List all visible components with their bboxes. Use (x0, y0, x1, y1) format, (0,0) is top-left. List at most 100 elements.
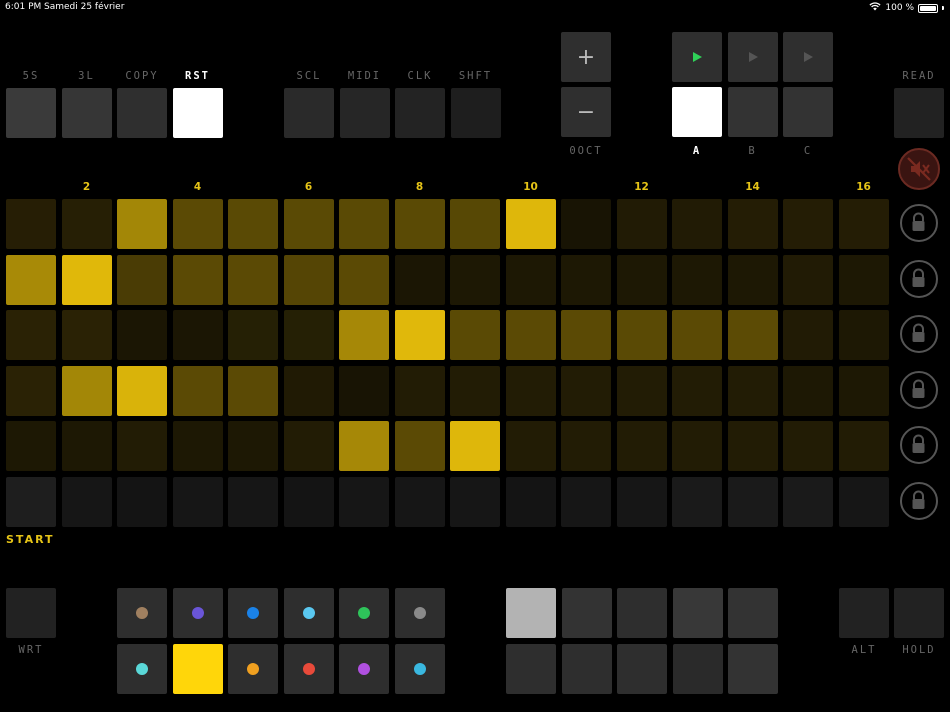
hold-button[interactable] (894, 588, 944, 638)
row-lock-button-4[interactable] (900, 370, 938, 409)
voice-pad-r2-c3[interactable] (617, 644, 667, 694)
grid-cell-r2-c2[interactable] (61, 254, 112, 305)
top-left-button-rst[interactable] (172, 88, 223, 138)
grid-cell-r4-c9[interactable] (450, 365, 500, 416)
grid-cell-r1-c7[interactable] (339, 199, 389, 249)
grid-cell-r4-c4[interactable] (172, 365, 223, 416)
color-swatch-r1-c3[interactable] (228, 588, 278, 638)
grid-cell-r4-c14[interactable] (727, 365, 778, 416)
grid-cell-r5-c5[interactable] (228, 421, 278, 472)
color-swatch-r1-c6[interactable] (394, 588, 445, 638)
grid-cell-r3-c5[interactable] (228, 310, 278, 361)
grid-cell-r2-c13[interactable] (672, 254, 722, 305)
grid-cell-r1-c15[interactable] (783, 199, 833, 249)
grid-cell-r5-c4[interactable] (172, 421, 223, 472)
grid-cell-r3-c11[interactable] (561, 310, 611, 361)
grid-cell-r5-c8[interactable] (394, 421, 445, 472)
grid-cell-r5-c1[interactable] (6, 421, 56, 472)
top-left-button-copy[interactable] (117, 88, 167, 138)
grid-cell-r5-c11[interactable] (561, 421, 611, 472)
grid-cell-r4-c1[interactable] (6, 365, 56, 416)
grid-cell-r4-c12[interactable] (616, 365, 667, 416)
grid-cell-r6-c8[interactable] (394, 477, 445, 527)
color-swatch-r2-c5[interactable] (339, 644, 389, 694)
grid-cell-r3-c13[interactable] (672, 310, 722, 361)
grid-cell-r4-c16[interactable] (838, 365, 889, 416)
row-lock-button-5[interactable] (900, 426, 938, 465)
row-lock-button-3[interactable] (900, 315, 938, 354)
grid-cell-r5-c7[interactable] (339, 421, 389, 472)
grid-cell-r3-c15[interactable] (783, 310, 833, 361)
grid-cell-r4-c3[interactable] (117, 365, 167, 416)
grid-cell-r2-c16[interactable] (838, 254, 889, 305)
grid-cell-r6-c7[interactable] (339, 477, 389, 527)
grid-cell-r5-c12[interactable] (616, 421, 667, 472)
grid-cell-r3-c10[interactable] (505, 310, 556, 361)
row-lock-button-1[interactable] (900, 204, 938, 242)
grid-cell-r6-c9[interactable] (450, 477, 500, 527)
top-mid-button-shft[interactable] (450, 88, 501, 138)
grid-cell-r2-c11[interactable] (561, 254, 611, 305)
grid-cell-r4-c10[interactable] (505, 365, 556, 416)
grid-cell-r3-c4[interactable] (172, 310, 223, 361)
grid-cell-r5-c3[interactable] (117, 421, 167, 472)
color-swatch-r1-c2[interactable] (172, 588, 223, 638)
color-swatch-r2-c2-selected[interactable] (172, 644, 223, 694)
grid-cell-r3-c12[interactable] (616, 310, 667, 361)
grid-cell-r1-c1[interactable] (6, 199, 56, 249)
grid-cell-r3-c16[interactable] (838, 310, 889, 361)
grid-cell-r3-c14[interactable] (727, 310, 778, 361)
voice-pad-r1-c3[interactable] (617, 588, 667, 638)
grid-cell-r2-c4[interactable] (172, 254, 223, 305)
pattern-play-button-b[interactable] (727, 32, 778, 82)
grid-cell-r2-c14[interactable] (727, 254, 778, 305)
grid-cell-r5-c10[interactable] (505, 421, 556, 472)
row-lock-button-2[interactable] (900, 259, 938, 298)
voice-pad-r1-c1[interactable] (506, 588, 556, 638)
grid-cell-r5-c9[interactable] (450, 421, 500, 472)
grid-cell-r6-c13[interactable] (672, 477, 722, 527)
grid-cell-r4-c15[interactable] (783, 365, 833, 416)
pattern-button-c[interactable] (783, 87, 833, 137)
grid-cell-r2-c15[interactable] (783, 254, 833, 305)
grid-cell-r1-c12[interactable] (616, 199, 667, 249)
grid-cell-r3-c7[interactable] (339, 310, 389, 361)
row-lock-button-6[interactable] (900, 482, 938, 520)
grid-cell-r6-c5[interactable] (228, 477, 278, 527)
grid-cell-r2-c9[interactable] (450, 254, 500, 305)
grid-cell-r1-c11[interactable] (561, 199, 611, 249)
grid-cell-r4-c7[interactable] (339, 365, 389, 416)
voice-pad-r2-c5[interactable] (728, 644, 778, 694)
grid-cell-r1-c9[interactable] (450, 199, 500, 249)
grid-cell-r1-c8[interactable] (394, 199, 445, 249)
voice-pad-r2-c2[interactable] (561, 644, 612, 694)
alt-button[interactable] (839, 588, 889, 638)
top-left-button-5s[interactable] (6, 88, 56, 138)
grid-cell-r3-c2[interactable] (61, 310, 112, 361)
grid-cell-r2-c3[interactable] (117, 254, 167, 305)
grid-cell-r6-c3[interactable] (117, 477, 167, 527)
grid-cell-r6-c15[interactable] (783, 477, 833, 527)
grid-cell-r3-c3[interactable] (117, 310, 167, 361)
grid-cell-r2-c8[interactable] (394, 254, 445, 305)
top-mid-button-scl[interactable] (284, 88, 334, 138)
top-left-button-3l[interactable] (61, 88, 112, 138)
grid-cell-r3-c6[interactable] (283, 310, 334, 361)
grid-cell-r1-c14[interactable] (727, 199, 778, 249)
grid-cell-r6-c1[interactable] (6, 477, 56, 527)
octave-down-button[interactable]: − (561, 87, 611, 137)
grid-cell-r5-c16[interactable] (838, 421, 889, 472)
grid-cell-r1-c5[interactable] (228, 199, 278, 249)
grid-cell-r2-c7[interactable] (339, 254, 389, 305)
top-mid-button-clk[interactable] (395, 88, 445, 138)
pattern-button-a[interactable] (672, 87, 722, 137)
color-swatch-r1-c1[interactable] (117, 588, 167, 638)
write-button[interactable] (6, 588, 56, 638)
voice-pad-r2-c4[interactable] (672, 644, 723, 694)
grid-cell-r5-c13[interactable] (672, 421, 722, 472)
grid-cell-r5-c6[interactable] (283, 421, 334, 472)
grid-cell-r1-c16[interactable] (838, 199, 889, 249)
grid-cell-r5-c15[interactable] (783, 421, 833, 472)
mute-button[interactable] (898, 148, 940, 190)
color-swatch-r1-c4[interactable] (283, 588, 334, 638)
